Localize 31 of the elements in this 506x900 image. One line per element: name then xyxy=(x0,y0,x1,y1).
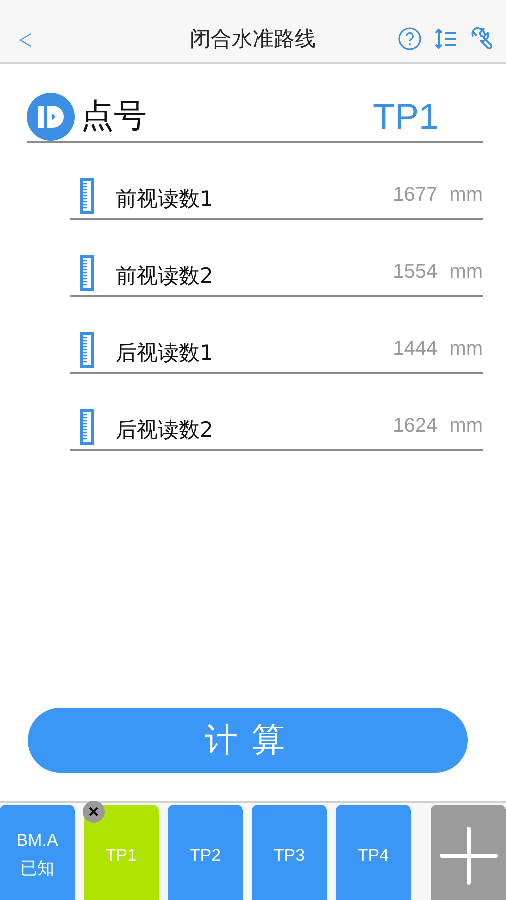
ruler-icon xyxy=(80,332,94,368)
unit-label: mm xyxy=(450,261,483,284)
ruler-icon xyxy=(80,178,94,214)
station-tile[interactable]: TP2 xyxy=(168,805,243,900)
remove-badge[interactable]: ✕ xyxy=(83,801,105,823)
plus-icon xyxy=(440,826,498,884)
point-value[interactable]: TP1 xyxy=(372,96,439,138)
station-tile[interactable]: TP3 xyxy=(252,805,327,900)
sort-icon[interactable] xyxy=(434,27,458,51)
ruler-icon xyxy=(80,408,94,444)
reading-value[interactable]: 1554 xyxy=(393,261,438,284)
field-label: 后视读数2 xyxy=(116,416,214,444)
field-label: 前视读数2 xyxy=(116,262,214,290)
unit-label: mm xyxy=(450,184,483,207)
unit-label: mm xyxy=(450,338,483,361)
back-button[interactable]: < xyxy=(16,22,36,56)
station-tile[interactable]: BM.A 已知 xyxy=(0,805,75,900)
help-icon[interactable] xyxy=(398,27,422,51)
id-icon xyxy=(27,92,75,140)
calculate-button[interactable]: 计算 xyxy=(28,708,468,773)
add-button[interactable] xyxy=(431,805,506,900)
reading-value[interactable]: 1677 xyxy=(393,184,438,207)
reading-value[interactable]: 1624 xyxy=(393,415,438,438)
unit-label: mm xyxy=(450,415,483,438)
field-label: 点号 xyxy=(81,95,147,137)
ruler-icon xyxy=(80,254,94,290)
page-title: 闭合水准路线 xyxy=(189,26,317,53)
field-label: 后视读数1 xyxy=(116,340,214,366)
reading-value[interactable]: 1444 xyxy=(393,338,438,361)
station-tile[interactable]: TP4 xyxy=(336,805,411,900)
field-label: 前视读数1 xyxy=(116,186,214,212)
